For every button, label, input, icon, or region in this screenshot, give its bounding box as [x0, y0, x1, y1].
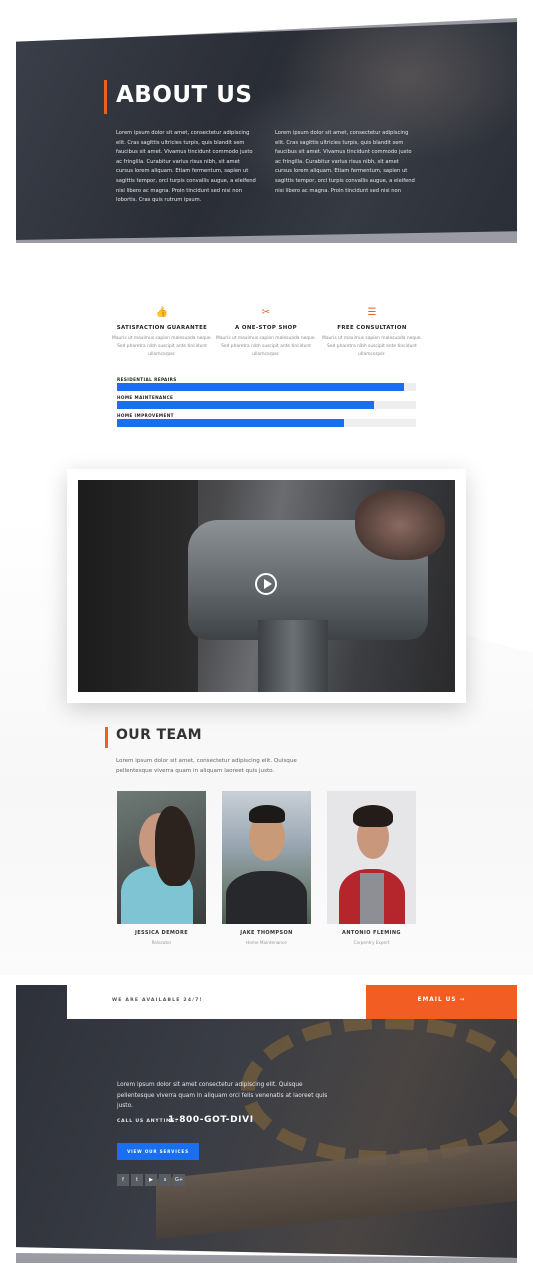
- feature-satisfaction: 👍 SATISFACTION GUARANTEE Mauris ut maxim…: [112, 306, 212, 359]
- team-member-name: ANTONIO FLEMING: [342, 930, 401, 936]
- email-us-label: EMAIL US →: [417, 997, 466, 1003]
- skill-label-maintenance: HOME MAINTENANCE: [117, 395, 174, 400]
- video-player[interactable]: [78, 480, 455, 692]
- team-member-name: JESSICA DEMORE: [134, 930, 189, 936]
- about-text-column-2: Lorem ipsum dolor sit amet, consectetur …: [275, 130, 415, 194]
- team-member-photo: [222, 791, 311, 924]
- team-title: OUR TEAM: [116, 727, 203, 743]
- feature-title: SATISFACTION GUARANTEE: [116, 325, 208, 331]
- document-icon: ☰: [367, 307, 377, 318]
- google-plus-icon[interactable]: G+: [173, 1174, 185, 1186]
- team-member-role: Relocator: [151, 940, 172, 945]
- team-member-card: ANTONIO FLEMING Carpentry Expert: [327, 791, 416, 945]
- view-services-label: VIEW OUR SERVICES: [127, 1149, 189, 1154]
- team-member-photo: [327, 791, 416, 924]
- team-member-name: JAKE THOMPSON: [240, 930, 293, 936]
- play-icon[interactable]: [255, 573, 277, 595]
- feature-title: A ONE-STOP SHOP: [235, 325, 297, 331]
- skill-label-residential: RESIDENTIAL REPAIRS: [117, 377, 177, 382]
- video-image-detail: [355, 490, 445, 560]
- photo-detail: [360, 873, 384, 924]
- email-us-button[interactable]: EMAIL US →: [366, 985, 517, 1019]
- tools-icon: ✂: [261, 307, 271, 318]
- video-frame: [67, 469, 466, 703]
- skill-bar-fill: [117, 401, 375, 409]
- youtube-icon[interactable]: ▶: [145, 1174, 157, 1186]
- team-member-card: JAKE THOMPSON Home Maintenance: [222, 791, 311, 945]
- feature-title: FREE CONSULTATION: [337, 325, 407, 331]
- video-image-detail: [78, 480, 198, 692]
- team-member-role: Carpentry Expert: [353, 940, 390, 945]
- skill-bar-improvement: [117, 419, 416, 427]
- page-title: ABOUT US: [116, 82, 253, 108]
- photo-detail: [226, 871, 307, 924]
- feature-text: Mauris ut maximus sapien malesuada neque…: [112, 336, 212, 357]
- title-accent-bar: [105, 727, 108, 748]
- twitter-icon[interactable]: t: [131, 1174, 143, 1186]
- video-image-detail: [258, 620, 328, 692]
- skype-icon[interactable]: s: [159, 1174, 171, 1186]
- facebook-icon[interactable]: f: [117, 1174, 129, 1186]
- contact-text: Lorem ipsum dolor sit amet consectetur a…: [117, 1082, 328, 1109]
- photo-detail: [249, 805, 285, 823]
- availability-banner: WE ARE AVAILABLE 24/7!: [67, 985, 367, 1019]
- feature-free-consultation: ☰ FREE CONSULTATION Mauris ut maximus sa…: [322, 306, 422, 359]
- about-hero: ABOUT US Lorem ipsum dolor sit amet, con…: [16, 18, 517, 243]
- team-member-card: JESSICA DEMORE Relocator: [117, 791, 206, 945]
- feature-one-stop-shop: ✂ A ONE-STOP SHOP Mauris ut maximus sapi…: [216, 306, 316, 359]
- hero-background: ABOUT US Lorem ipsum dolor sit amet, con…: [16, 22, 517, 240]
- availability-text: WE ARE AVAILABLE 24/7!: [112, 998, 203, 1003]
- title-accent-bar: [104, 80, 107, 114]
- team-member-photo: [117, 791, 206, 924]
- photo-detail: [353, 805, 393, 827]
- team-intro: Lorem ipsum dolor sit amet, consectetur …: [116, 758, 297, 774]
- skill-bar-maintenance: [117, 401, 416, 409]
- skill-label-improvement: HOME IMPROVEMENT: [117, 413, 174, 418]
- thumbs-up-icon: 👍: [155, 307, 169, 318]
- feature-text: Mauris ut maximus sapien malesuada neque…: [322, 336, 422, 357]
- skill-bar-fill: [117, 383, 405, 391]
- view-services-button[interactable]: VIEW OUR SERVICES: [117, 1143, 199, 1160]
- photo-detail: [155, 806, 195, 886]
- feature-text: Mauris ut maximus sapien malesuada neque…: [216, 336, 316, 357]
- about-text-column-1: Lorem ipsum dolor sit amet, consectetur …: [116, 130, 256, 204]
- skill-bar-residential: [117, 383, 416, 391]
- team-member-role: Home Maintenance: [246, 940, 287, 945]
- skill-bar-fill: [117, 419, 345, 427]
- phone-number[interactable]: 1-800-GOT-DIVI: [168, 1115, 254, 1125]
- contact-section: [16, 985, 517, 1258]
